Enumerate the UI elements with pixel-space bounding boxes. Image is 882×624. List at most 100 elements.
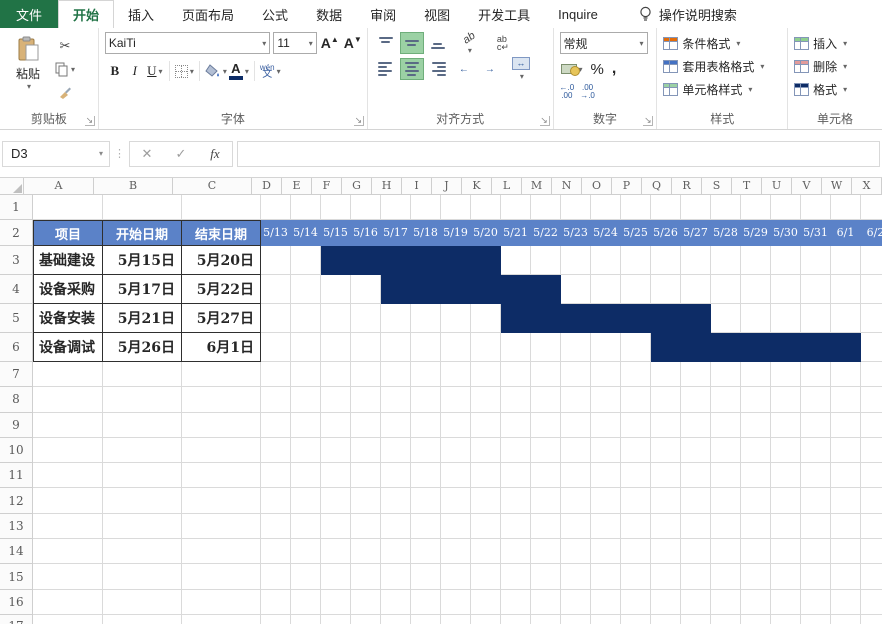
column-header-K[interactable]: K bbox=[462, 178, 492, 195]
cell-C9[interactable] bbox=[182, 413, 261, 438]
cell-V1[interactable] bbox=[801, 195, 831, 220]
cell-N1[interactable] bbox=[561, 195, 591, 220]
cell-M15[interactable] bbox=[531, 564, 561, 589]
align-right-button[interactable] bbox=[426, 58, 450, 80]
align-middle-button[interactable] bbox=[400, 32, 424, 54]
cell-G11[interactable] bbox=[351, 463, 381, 488]
cell-C8[interactable] bbox=[182, 387, 261, 412]
cell-P3[interactable] bbox=[621, 246, 651, 275]
cell-R4[interactable] bbox=[681, 275, 711, 304]
cell-I12[interactable] bbox=[411, 488, 441, 513]
cell-H11[interactable] bbox=[381, 463, 411, 488]
cell-W15[interactable] bbox=[831, 564, 861, 589]
column-header-P[interactable]: P bbox=[612, 178, 642, 195]
cell-Q13[interactable] bbox=[651, 514, 681, 539]
cell-U7[interactable] bbox=[771, 362, 801, 387]
cell-P11[interactable] bbox=[621, 463, 651, 488]
cell-A17[interactable] bbox=[33, 615, 103, 624]
cell-B8[interactable] bbox=[103, 387, 182, 412]
cell-R12[interactable] bbox=[681, 488, 711, 513]
cell-S16[interactable] bbox=[711, 590, 741, 615]
cell-G17[interactable] bbox=[351, 615, 381, 624]
row-header-12[interactable]: 12 bbox=[0, 488, 33, 513]
conditional-formatting-button[interactable]: 条件格式 ▾ bbox=[663, 32, 783, 55]
insert-function-button[interactable]: fx bbox=[198, 146, 232, 162]
cell-E1[interactable] bbox=[291, 195, 321, 220]
cell-B13[interactable] bbox=[103, 514, 182, 539]
cell-W3[interactable] bbox=[831, 246, 861, 275]
cell-B5[interactable]: 5月21日 bbox=[103, 304, 182, 333]
cell-T12[interactable] bbox=[741, 488, 771, 513]
cell-E3[interactable] bbox=[291, 246, 321, 275]
cell-Q15[interactable] bbox=[651, 564, 681, 589]
cell-U2[interactable]: 5/30 bbox=[771, 220, 801, 246]
cell-Q14[interactable] bbox=[651, 539, 681, 564]
cell-T14[interactable] bbox=[741, 539, 771, 564]
cell-V2[interactable]: 5/31 bbox=[801, 220, 831, 246]
cell-X15[interactable] bbox=[861, 564, 882, 589]
cell-P13[interactable] bbox=[621, 514, 651, 539]
cell-P1[interactable] bbox=[621, 195, 651, 220]
row-header-1[interactable]: 1 bbox=[0, 195, 33, 220]
tab-6[interactable]: 视图 bbox=[410, 0, 464, 28]
cell-F14[interactable] bbox=[321, 539, 351, 564]
column-header-V[interactable]: V bbox=[792, 178, 822, 195]
cell-O17[interactable] bbox=[591, 615, 621, 624]
cell-W5[interactable] bbox=[831, 304, 861, 333]
cell-M12[interactable] bbox=[531, 488, 561, 513]
cell-F17[interactable] bbox=[321, 615, 351, 624]
clipboard-dialog-launcher[interactable]: ↘ bbox=[85, 116, 95, 126]
cell-G13[interactable] bbox=[351, 514, 381, 539]
cell-P9[interactable] bbox=[621, 413, 651, 438]
cell-P14[interactable] bbox=[621, 539, 651, 564]
cell-O1[interactable] bbox=[591, 195, 621, 220]
cell-F9[interactable] bbox=[321, 413, 351, 438]
align-left-button[interactable] bbox=[374, 58, 398, 80]
number-format-combo[interactable]: 常规 ▾ bbox=[560, 32, 648, 54]
cell-R13[interactable] bbox=[681, 514, 711, 539]
cell-V12[interactable] bbox=[801, 488, 831, 513]
cell-B10[interactable] bbox=[103, 438, 182, 463]
cell-K14[interactable] bbox=[471, 539, 501, 564]
tab-7[interactable]: 开发工具 bbox=[464, 0, 544, 28]
cell-B2[interactable]: 开始日期 bbox=[103, 220, 182, 246]
cell-E14[interactable] bbox=[291, 539, 321, 564]
column-header-Q[interactable]: Q bbox=[642, 178, 672, 195]
format-as-table-button[interactable]: 套用表格格式 ▾ bbox=[663, 55, 783, 78]
row-header-8[interactable]: 8 bbox=[0, 387, 33, 412]
cell-H9[interactable] bbox=[381, 413, 411, 438]
tab-5[interactable]: 审阅 bbox=[356, 0, 410, 28]
cell-D1[interactable] bbox=[261, 195, 291, 220]
cell-W10[interactable] bbox=[831, 438, 861, 463]
tab-2[interactable]: 页面布局 bbox=[168, 0, 248, 28]
cell-V3[interactable] bbox=[801, 246, 831, 275]
cell-F4[interactable] bbox=[321, 275, 351, 304]
cell-F6[interactable] bbox=[321, 333, 351, 362]
cell-N10[interactable] bbox=[561, 438, 591, 463]
cell-W4[interactable] bbox=[831, 275, 861, 304]
row-header-7[interactable]: 7 bbox=[0, 362, 33, 387]
cell-V13[interactable] bbox=[801, 514, 831, 539]
cell-G4[interactable] bbox=[351, 275, 381, 304]
cell-F12[interactable] bbox=[321, 488, 351, 513]
cell-K5[interactable] bbox=[471, 304, 501, 333]
cell-I14[interactable] bbox=[411, 539, 441, 564]
tab-1[interactable]: 插入 bbox=[114, 0, 168, 28]
cell-B11[interactable] bbox=[103, 463, 182, 488]
cell-C5[interactable]: 5月27日 bbox=[182, 304, 261, 333]
cell-S8[interactable] bbox=[711, 387, 741, 412]
cell-K8[interactable] bbox=[471, 387, 501, 412]
cell-X7[interactable] bbox=[861, 362, 882, 387]
cell-E15[interactable] bbox=[291, 564, 321, 589]
cell-J5[interactable] bbox=[441, 304, 471, 333]
cell-F1[interactable] bbox=[321, 195, 351, 220]
cell-H10[interactable] bbox=[381, 438, 411, 463]
cell-S9[interactable] bbox=[711, 413, 741, 438]
cell-L13[interactable] bbox=[501, 514, 531, 539]
cell-X14[interactable] bbox=[861, 539, 882, 564]
cell-U12[interactable] bbox=[771, 488, 801, 513]
tab-3[interactable]: 公式 bbox=[248, 0, 302, 28]
paste-dropdown-icon[interactable]: ▾ bbox=[27, 82, 31, 91]
column-header-L[interactable]: L bbox=[492, 178, 522, 195]
cell-H5[interactable] bbox=[381, 304, 411, 333]
